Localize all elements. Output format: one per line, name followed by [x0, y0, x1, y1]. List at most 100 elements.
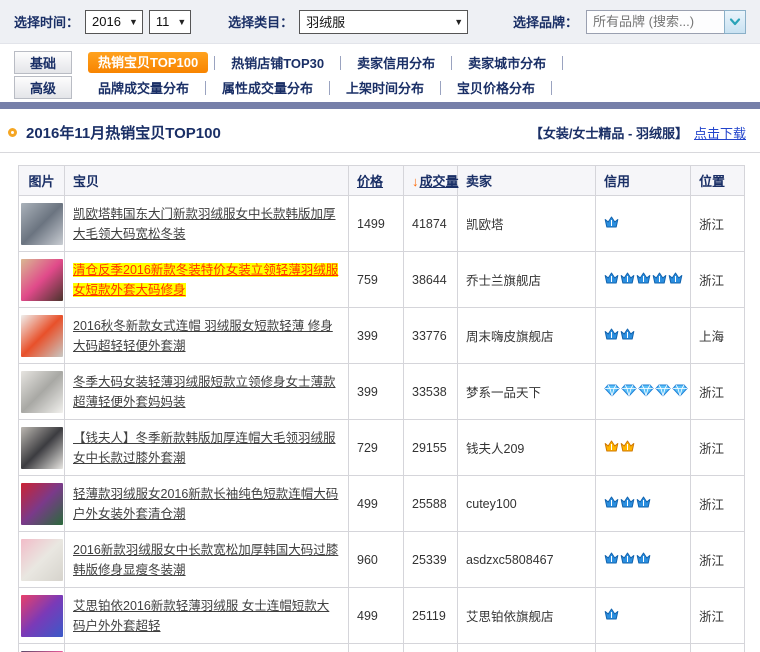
advanced-group-label: 高级	[14, 76, 72, 99]
credit-cell	[596, 588, 691, 644]
advanced-tab-list: 品牌成交量分布属性成交量分布上架时间分布宝贝价格分布	[82, 78, 552, 97]
seller-cell	[458, 644, 596, 652]
item-cell: 清仓反季2016新款冬装特价女装立领轻薄羽绒服女短款外套大码修身	[65, 252, 349, 308]
seller-cell: 艾思铂依旗舰店	[458, 588, 596, 644]
seller-cell: cutey100	[458, 476, 596, 532]
tab-advanced-1[interactable]: 属性成交量分布	[206, 78, 329, 97]
tab-advanced-3[interactable]: 宝贝价格分布	[441, 78, 551, 97]
dropdown-arrow-icon: ▼	[454, 17, 463, 27]
thumb-cell	[19, 196, 65, 252]
product-title-link[interactable]: 清仓反季2016新款冬装特价女装立领轻薄羽绒服女短款外套大码修身	[73, 263, 338, 297]
product-thumbnail[interactable]	[21, 203, 63, 245]
credit-cell	[596, 196, 691, 252]
product-title-link[interactable]: 凯欧塔韩国东大门新款羽绒服女中长款韩版加厚大毛领大码宽松冬装	[73, 207, 336, 241]
crown-blue-icon	[620, 552, 635, 568]
crown-blue-icon	[604, 216, 619, 232]
location-cell: 浙江	[691, 252, 745, 308]
year-select-value: 2016	[92, 14, 121, 29]
product-thumbnail[interactable]	[21, 427, 63, 469]
category-select[interactable]: 羽绒服 ▼	[299, 10, 468, 34]
location-cell: 浙江	[691, 532, 745, 588]
product-thumbnail[interactable]	[21, 539, 63, 581]
product-thumbnail[interactable]	[21, 259, 63, 301]
product-title-link[interactable]: 2016秋冬新款女式连帽 羽绒服女短款轻薄 修身大码超轻轻便外套潮	[73, 319, 333, 353]
table-row: 【钱夫人】冬季新款韩版加厚连帽大毛领羽绒服女中长款过膝外套潮 729 29155…	[19, 420, 745, 476]
credit-cell	[596, 308, 691, 364]
product-title-link[interactable]: 2016新款羽绒服女中长款宽松加厚韩国大码过膝韩版修身显瘦冬装潮	[73, 543, 338, 577]
brand-search-input[interactable]	[586, 10, 724, 34]
tab-advanced-2[interactable]: 上架时间分布	[330, 78, 440, 97]
sales-cell: 25339	[404, 532, 458, 588]
page-title: 2016年11月热销宝贝TOP100	[26, 122, 221, 143]
month-select[interactable]: 11 ▼	[149, 10, 191, 34]
product-title-link[interactable]: 轻薄款羽绒服女2016新款长袖纯色短款连帽大码户外女装外套清仓潮	[73, 487, 338, 521]
thumb-cell	[19, 532, 65, 588]
item-cell: 2016新款羽绒服女中长款宽松加厚韩国大码过膝韩版修身显瘦冬装潮	[65, 532, 349, 588]
credit-cell	[596, 364, 691, 420]
col-header-price[interactable]: 价格	[349, 166, 404, 196]
chevron-down-icon	[729, 17, 741, 27]
item-cell: 2016秋冬新款女式连帽 羽绒服女短款轻薄 修身大码超轻轻便外套潮	[65, 308, 349, 364]
item-cell: 轻薄款羽绒服女2016新款长袖纯色短款连帽大码户外女装外套清仓潮	[65, 476, 349, 532]
product-title-link[interactable]: 冬季大码女装轻薄羽绒服短款立领修身女士薄款超薄轻便外套妈妈装	[73, 375, 336, 409]
sales-cell: 33776	[404, 308, 458, 364]
top100-table-wrap: 图片 宝贝 价格 ↓成交量 卖家 信用 位置 凯欧塔韩国东大门新款羽绒服女中长款…	[18, 165, 744, 652]
table-row: 清仓反季2016新款冬装特价女装立领轻薄羽绒服女短款外套大码修身 759 386…	[19, 252, 745, 308]
crown-blue-icon	[668, 272, 683, 288]
year-select[interactable]: 2016 ▼	[85, 10, 143, 34]
download-link[interactable]: 点击下载	[694, 123, 746, 142]
sales-cell: 25588	[404, 476, 458, 532]
product-thumbnail[interactable]	[21, 315, 63, 357]
item-cell: 冬季大码女装轻薄羽绒服短款立领修身女士薄款超薄轻便外套妈妈装	[65, 364, 349, 420]
sales-cell: 41874	[404, 196, 458, 252]
product-title-link[interactable]: 【钱夫人】冬季新款韩版加厚连帽大毛领羽绒服女中长款过膝外套潮	[73, 431, 336, 465]
sales-cell	[404, 644, 458, 652]
tab-separator	[562, 56, 563, 70]
credit-cell	[596, 476, 691, 532]
brand-dropdown-button[interactable]	[724, 10, 746, 34]
tab-basic-0[interactable]: 热销宝贝TOP100	[88, 52, 208, 73]
tab-advanced-0[interactable]: 品牌成交量分布	[82, 78, 205, 97]
col-header-sales[interactable]: ↓成交量	[404, 166, 458, 196]
location-cell: 浙江	[691, 364, 745, 420]
table-row: 凯欧塔韩国东大门新款羽绒服女中长款韩版加厚大毛领大码宽松冬装 1499 4187…	[19, 196, 745, 252]
product-thumbnail[interactable]	[21, 371, 63, 413]
table-row: 茄田2016新款韩版修身轻薄反季清仓羽绒服女短款连	[19, 644, 745, 652]
crown-blue-icon	[620, 272, 635, 288]
product-thumbnail[interactable]	[21, 483, 63, 525]
seller-cell: 乔士兰旗舰店	[458, 252, 596, 308]
col-header-location: 位置	[691, 166, 745, 196]
time-filter-label: 选择时间：	[14, 12, 79, 31]
orange-bullet-icon	[8, 128, 17, 137]
tab-basic-2[interactable]: 卖家信用分布	[341, 53, 451, 72]
diamond-blue-icon	[638, 384, 654, 400]
price-sort-link[interactable]: 价格	[357, 174, 383, 189]
month-select-value: 11	[156, 14, 170, 29]
tab-basic-1[interactable]: 热销店铺TOP30	[215, 53, 340, 72]
thumb-cell	[19, 644, 65, 652]
thumb-cell	[19, 588, 65, 644]
col-header-credit: 信用	[596, 166, 691, 196]
item-cell: 【钱夫人】冬季新款韩版加厚连帽大毛领羽绒服女中长款过膝外套潮	[65, 420, 349, 476]
section-divider-bar	[0, 102, 760, 109]
item-cell: 凯欧塔韩国东大门新款羽绒服女中长款韩版加厚大毛领大码宽松冬装	[65, 196, 349, 252]
credit-cell	[596, 252, 691, 308]
location-cell: 浙江	[691, 420, 745, 476]
product-thumbnail[interactable]	[21, 595, 63, 637]
crown-blue-icon	[620, 328, 635, 344]
credit-cell	[596, 420, 691, 476]
price-cell: 759	[349, 252, 404, 308]
sales-sort-link[interactable]: 成交量	[420, 174, 459, 189]
location-cell: 浙江	[691, 588, 745, 644]
location-cell	[691, 644, 745, 652]
col-header-item: 宝贝	[65, 166, 349, 196]
dropdown-arrow-icon: ▼	[177, 17, 186, 27]
seller-cell: 凯欧塔	[458, 196, 596, 252]
diamond-blue-icon	[655, 384, 671, 400]
seller-cell: asdzxc5808467	[458, 532, 596, 588]
location-cell: 浙江	[691, 476, 745, 532]
product-title-link[interactable]: 艾思铂依2016新款轻薄羽绒服 女士连帽短款大码户外外套超轻	[73, 599, 329, 633]
seller-cell: 周末嗨皮旗舰店	[458, 308, 596, 364]
price-cell	[349, 644, 404, 652]
tab-basic-3[interactable]: 卖家城市分布	[452, 53, 562, 72]
